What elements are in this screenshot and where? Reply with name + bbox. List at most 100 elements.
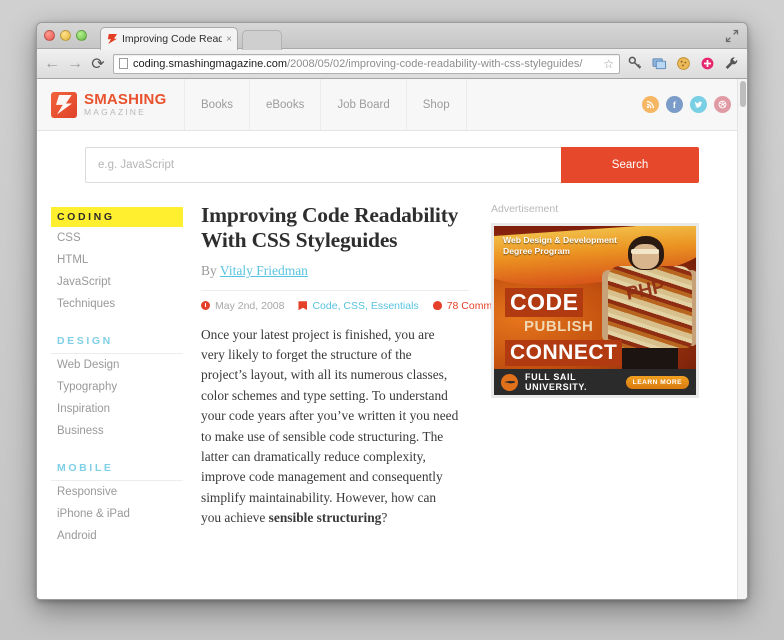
plus-icon[interactable] — [699, 55, 716, 72]
meta-date-text: May 2nd, 2008 — [215, 299, 285, 312]
sidebar-group-design: DESIGN Web Design Typography Inspiration… — [51, 331, 183, 442]
category-sidebar: CODING CSS HTML JavaScript Techniques DE… — [51, 203, 183, 563]
back-button-icon[interactable]: ← — [44, 55, 60, 72]
sidebar-heading-mobile[interactable]: MOBILE — [51, 458, 183, 481]
sidebar-item-web-design[interactable]: Web Design — [51, 354, 183, 376]
browser-tab-active[interactable]: Improving Code Readability × — [100, 27, 238, 50]
page-info-icon — [119, 58, 128, 69]
ad-sunglasses-icon — [631, 249, 659, 254]
browser-toolbar: ← → ⟳ coding.smashingmagazine.com/2008/0… — [37, 49, 747, 79]
sidebar-item-css[interactable]: CSS — [51, 227, 183, 249]
sidebar-group-mobile: MOBILE Responsive iPhone & iPad Android — [51, 458, 183, 547]
byline: By Vitaly Friedman — [201, 263, 469, 279]
cookie-icon[interactable] — [675, 55, 692, 72]
reload-button-icon[interactable]: ⟳ — [90, 56, 106, 73]
wrench-icon[interactable] — [723, 55, 740, 72]
zoom-window-button[interactable] — [76, 30, 87, 41]
nav-item-shop[interactable]: Shop — [405, 79, 466, 130]
page-scrollbar[interactable] — [737, 79, 747, 599]
article-body-part-2: ? — [381, 510, 388, 526]
sidebar-item-typography[interactable]: Typography — [51, 376, 183, 398]
article-meta: May 2nd, 2008 Code, CSS, Essentials 78 C… — [201, 289, 512, 312]
comment-icon — [432, 301, 442, 311]
meta-categories-text[interactable]: Code, CSS, Essentials — [312, 300, 418, 312]
sidebar-item-html[interactable]: HTML — [51, 249, 183, 271]
site-header: SMASHING MAGAZINE Books eBooks Job Board… — [37, 79, 747, 131]
page-title: Improving Code Readability With CSS Styl… — [201, 203, 459, 253]
new-tab-button[interactable] — [242, 30, 282, 50]
nav-item-job-board[interactable]: Job Board — [320, 79, 406, 130]
site-nav: Books eBooks Job Board Shop — [184, 79, 466, 130]
search-input[interactable]: e.g. JavaScript — [85, 147, 561, 183]
ad-word-connect: CONNECT — [505, 340, 623, 366]
meta-categories[interactable]: Code, CSS, Essentials — [298, 300, 419, 312]
tab-strip: Improving Code Readability × — [37, 23, 747, 50]
scrollbar-thumb[interactable] — [740, 81, 746, 107]
logo-primary-text: SMASHING — [84, 91, 167, 109]
sidebar-item-responsive[interactable]: Responsive — [51, 481, 183, 503]
sidebar-item-inspiration[interactable]: Inspiration — [51, 398, 183, 420]
byline-prefix: By — [201, 262, 220, 278]
tab-close-icon[interactable]: × — [222, 34, 232, 45]
advertisement-banner[interactable]: PHP Web Design & Development Degree Prog… — [491, 223, 699, 398]
address-bar[interactable]: coding.smashingmagazine.com/2008/05/02/i… — [113, 53, 620, 74]
full-sail-logo-icon — [501, 373, 518, 391]
url-path: /2008/05/02/improving-code-readability-w… — [287, 57, 583, 70]
ad-word-publish: PUBLISH — [524, 318, 594, 335]
dribbble-icon[interactable] — [714, 96, 731, 113]
ad-headline-line2: Degree Program — [503, 246, 570, 257]
sidebar-item-android[interactable]: Android — [51, 525, 183, 547]
browser-window: Improving Code Readability × ← → ⟳ codin… — [36, 22, 748, 600]
ad-headline-line1: Web Design & Development — [503, 235, 617, 245]
search-band: e.g. JavaScript Search — [37, 131, 747, 197]
logo-secondary-text: MAGAZINE — [84, 106, 146, 117]
article-main: Improving Code Readability With CSS Styl… — [201, 203, 512, 563]
bookmark-icon — [298, 301, 308, 311]
forward-button-icon[interactable]: → — [67, 55, 83, 72]
nav-spacer — [465, 79, 642, 130]
ad-brand-text: FULL SAIL UNIVERSITY. — [525, 372, 588, 392]
article-body: Once your latest project is finished, yo… — [201, 325, 459, 529]
ad-word-code: CODE — [505, 288, 584, 317]
social-links: f — [642, 79, 747, 130]
ad-footer: FULL SAIL UNIVERSITY. LEARN MORE — [494, 369, 696, 395]
author-link[interactable]: Vitaly Friedman — [220, 263, 308, 278]
nav-item-books[interactable]: Books — [184, 79, 249, 130]
sidebar-item-techniques[interactable]: Techniques — [51, 293, 183, 315]
rss-icon[interactable] — [642, 96, 659, 113]
ad-face — [632, 244, 659, 269]
url-host: coding.smashingmagazine.com — [133, 57, 288, 70]
site-favicon-icon — [106, 33, 118, 45]
article-body-emphasis: sensible structuring — [268, 510, 382, 526]
article-body-part-1: Once your latest project is finished, yo… — [201, 326, 459, 526]
close-window-button[interactable] — [44, 30, 55, 41]
page-viewport: SMASHING MAGAZINE Books eBooks Job Board… — [37, 79, 747, 599]
sidebar-heading-coding[interactable]: CODING — [51, 207, 183, 227]
search-button[interactable]: Search — [561, 147, 699, 183]
tab-title: Improving Code Readability — [122, 33, 222, 45]
sidebar-heading-design[interactable]: DESIGN — [51, 331, 183, 354]
site-logo[interactable]: SMASHING MAGAZINE — [51, 79, 184, 130]
sidebar-group-coding: CODING CSS HTML JavaScript Techniques — [51, 207, 183, 315]
ad-learn-more-button[interactable]: LEARN MORE — [625, 375, 689, 389]
sidebar-item-business[interactable]: Business — [51, 420, 183, 442]
clock-icon — [201, 301, 210, 311]
bookmark-star-icon[interactable]: ☆ — [597, 57, 614, 71]
smashing-logo-icon — [51, 91, 77, 118]
minimize-window-button[interactable] — [60, 30, 71, 41]
meta-date: May 2nd, 2008 — [201, 300, 284, 312]
key-icon[interactable] — [627, 55, 644, 72]
ad-headline: Web Design & Development Degree Program — [503, 235, 617, 257]
twitter-icon[interactable] — [690, 96, 707, 113]
image-icon[interactable] — [651, 55, 668, 72]
advertisement-rail: Advertisement PHP Web Design & Developme… — [469, 203, 699, 563]
sidebar-item-javascript[interactable]: JavaScript — [51, 271, 183, 293]
article-region: Improving Code Readability With CSS Styl… — [183, 203, 733, 563]
window-controls — [44, 30, 87, 41]
advertisement-label: Advertisement — [491, 203, 559, 215]
nav-item-ebooks[interactable]: eBooks — [248, 79, 321, 130]
facebook-icon[interactable]: f — [666, 96, 683, 113]
page-content: CODING CSS HTML JavaScript Techniques DE… — [37, 197, 747, 563]
sidebar-item-iphone-ipad[interactable]: iPhone & iPad — [51, 503, 183, 525]
expand-window-icon[interactable] — [725, 29, 739, 43]
